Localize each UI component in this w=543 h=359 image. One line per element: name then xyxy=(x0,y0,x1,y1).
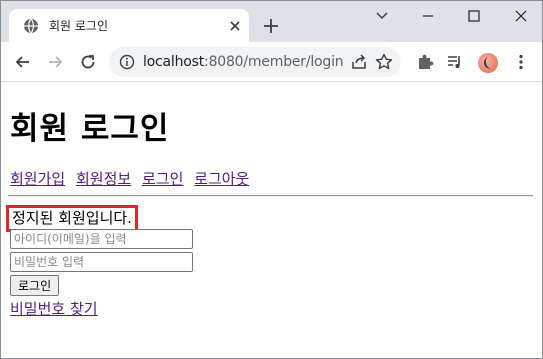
plus-icon[interactable] xyxy=(261,16,281,36)
nav-link-logout[interactable]: 로그아웃 xyxy=(194,170,249,188)
share-icon[interactable] xyxy=(349,52,369,72)
divider xyxy=(8,195,533,197)
browser-toolbar: localhost:8080/member/login xyxy=(1,42,542,82)
nav-link-signup[interactable]: 회원가입 xyxy=(10,170,65,188)
maximize-icon[interactable] xyxy=(459,5,489,27)
back-arrow-icon[interactable] xyxy=(13,52,33,72)
browser-tab[interactable]: 회원 로그인 xyxy=(9,9,249,42)
page-title: 회원 로그인 xyxy=(10,111,170,147)
nav-link-login[interactable]: 로그인 xyxy=(142,170,183,188)
status-message: 정지된 회원입니다. xyxy=(6,205,138,232)
page-content: 회원 로그인 회원가입 회원정보 로그인 로그아웃 정지된 회원입니다. 로그인… xyxy=(1,82,542,358)
reload-icon[interactable] xyxy=(78,52,98,72)
puzzle-icon[interactable] xyxy=(415,52,435,72)
nav-link-member-info[interactable]: 회원정보 xyxy=(76,170,131,188)
globe-icon xyxy=(24,18,38,34)
url-text[interactable]: localhost:8080/member/login xyxy=(143,54,344,70)
find-password-link[interactable]: 비밀번호 찾기 xyxy=(10,298,98,319)
close-icon[interactable] xyxy=(227,18,243,34)
forward-arrow-icon[interactable] xyxy=(45,52,65,72)
media-queue-icon[interactable] xyxy=(445,52,465,72)
password-field[interactable] xyxy=(10,252,193,272)
browser-window: 회원 로그인 localhost:8080/member/login 회원 로그… xyxy=(0,0,543,359)
avatar-mark xyxy=(482,56,495,70)
close-window-icon[interactable] xyxy=(506,5,536,27)
chevron-down-icon[interactable] xyxy=(367,5,397,27)
member-nav: 회원가입 회원정보 로그인 로그아웃 xyxy=(10,168,255,189)
login-button[interactable]: 로그인 xyxy=(10,275,60,296)
tab-strip: 회원 로그인 xyxy=(1,1,542,42)
kebab-menu-icon[interactable] xyxy=(511,52,531,72)
info-icon[interactable] xyxy=(119,54,135,70)
email-field[interactable] xyxy=(10,229,193,249)
star-icon[interactable] xyxy=(374,52,394,72)
minimize-icon[interactable] xyxy=(413,5,443,27)
tab-title: 회원 로그인 xyxy=(49,19,109,33)
profile-avatar[interactable] xyxy=(478,53,498,73)
